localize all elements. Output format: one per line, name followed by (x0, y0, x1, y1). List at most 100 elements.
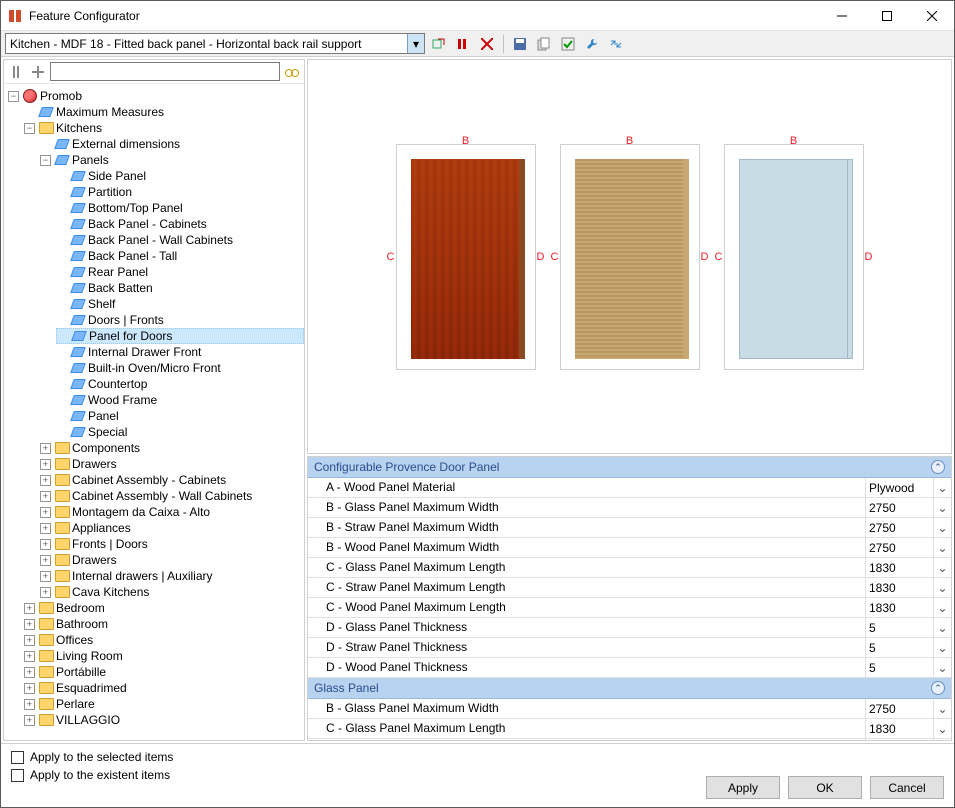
edit-icon[interactable] (429, 34, 449, 54)
tree-node[interactable]: Rear Panel (56, 264, 304, 280)
property-value-cell[interactable] (865, 699, 933, 718)
tree-node[interactable]: Back Panel - Tall (56, 248, 304, 264)
apply-selected-checkbox[interactable]: Apply to the selected items (11, 750, 944, 764)
property-value-input[interactable] (866, 641, 933, 655)
tree-node[interactable]: +Fronts | Doors (40, 536, 304, 552)
property-value-input[interactable] (866, 541, 933, 555)
property-value-cell[interactable] (865, 498, 933, 517)
tree-collapse-icon[interactable] (6, 62, 26, 82)
wrench-icon[interactable] (582, 34, 602, 54)
close-button[interactable] (909, 1, 954, 30)
property-value-input[interactable] (866, 501, 933, 515)
tree-node[interactable]: Panel (56, 408, 304, 424)
tree-node[interactable]: +Appliances (40, 520, 304, 536)
tree-node[interactable]: +Components (40, 440, 304, 456)
tree-node[interactable]: +Portábille (24, 664, 304, 680)
tree-expand-icon[interactable] (28, 62, 48, 82)
property-value-input[interactable] (866, 661, 933, 675)
chevron-down-icon[interactable]: ⌄ (933, 598, 951, 617)
tree-node[interactable]: +Perlare (24, 696, 304, 712)
chevron-down-icon[interactable]: ⌄ (933, 518, 951, 537)
tree-node[interactable]: Shelf (56, 296, 304, 312)
chevron-down-icon[interactable]: ⌄ (933, 699, 951, 718)
tree-node[interactable]: +Bathroom (24, 616, 304, 632)
tree-node[interactable]: +Living Room (24, 648, 304, 664)
tree-node[interactable]: +Cabinet Assembly - Cabinets (40, 472, 304, 488)
tree-node[interactable]: +Bedroom (24, 600, 304, 616)
property-value-cell[interactable] (865, 739, 933, 741)
chevron-down-icon[interactable]: ⌄ (933, 538, 951, 557)
chevron-down-icon[interactable]: ⌄ (933, 739, 951, 741)
tree-node[interactable]: −Promob (8, 88, 304, 104)
chevron-down-icon[interactable]: ⌄ (933, 558, 951, 577)
expand-icon[interactable] (606, 34, 626, 54)
property-value-cell[interactable] (865, 658, 933, 677)
apply-button[interactable]: Apply (706, 776, 780, 799)
tree-node[interactable]: +Drawers (40, 552, 304, 568)
collapse-icon[interactable]: ⌃ (931, 681, 945, 695)
tree-search-input[interactable] (50, 62, 280, 81)
validate-icon[interactable] (558, 34, 578, 54)
tree-node[interactable]: Back Panel - Wall Cabinets (56, 232, 304, 248)
tree-node[interactable]: −Panels (40, 152, 304, 168)
delete-icon[interactable] (477, 34, 497, 54)
property-value-cell[interactable] (865, 618, 933, 637)
property-value-input[interactable] (866, 601, 933, 615)
tree-node[interactable]: Back Batten (56, 280, 304, 296)
property-value-cell[interactable] (865, 478, 933, 497)
tree-node[interactable]: +Drawers (40, 456, 304, 472)
property-value-cell[interactable] (865, 638, 933, 657)
feature-tree[interactable]: −PromobMaximum Measures−KitchensExternal… (4, 84, 304, 740)
chevron-down-icon[interactable]: ⌄ (933, 658, 951, 677)
tree-node[interactable]: +Cabinet Assembly - Wall Cabinets (40, 488, 304, 504)
copy-icon[interactable] (534, 34, 554, 54)
chevron-down-icon[interactable]: ⌄ (933, 578, 951, 597)
tree-node[interactable]: Partition (56, 184, 304, 200)
binoculars-icon[interactable] (282, 62, 302, 82)
property-value-cell[interactable] (865, 558, 933, 577)
maximize-button[interactable] (864, 1, 909, 30)
chevron-down-icon[interactable]: ▾ (407, 34, 424, 53)
property-value-input[interactable] (866, 521, 933, 535)
property-value-input[interactable] (866, 481, 933, 495)
tree-node[interactable]: +VILLAGGIO (24, 712, 304, 728)
tree-node[interactable]: +Esquadrimed (24, 680, 304, 696)
property-value-cell[interactable] (865, 518, 933, 537)
adjust-icon[interactable] (453, 34, 473, 54)
cancel-button[interactable]: Cancel (870, 776, 944, 799)
tree-node[interactable]: Wood Frame (56, 392, 304, 408)
tree-node[interactable]: Side Panel (56, 168, 304, 184)
tree-node[interactable]: Special (56, 424, 304, 440)
tree-node[interactable]: Back Panel - Cabinets (56, 216, 304, 232)
tree-node[interactable]: External dimensions (40, 136, 304, 152)
tree-node[interactable]: Bottom/Top Panel (56, 200, 304, 216)
tree-node[interactable]: +Internal drawers | Auxiliary (40, 568, 304, 584)
chevron-down-icon[interactable]: ⌄ (933, 719, 951, 738)
collapse-icon[interactable]: ⌃ (931, 460, 945, 474)
property-value-input[interactable] (866, 581, 933, 595)
property-value-cell[interactable] (865, 538, 933, 557)
tree-node[interactable]: Maximum Measures (24, 104, 304, 120)
tree-node[interactable]: Internal Drawer Front (56, 344, 304, 360)
save-icon[interactable] (510, 34, 530, 54)
property-value-input[interactable] (866, 702, 933, 716)
tree-node[interactable]: Countertop (56, 376, 304, 392)
property-value-cell[interactable] (865, 598, 933, 617)
property-value-input[interactable] (866, 621, 933, 635)
ok-button[interactable]: OK (788, 776, 862, 799)
property-value-cell[interactable] (865, 578, 933, 597)
property-group-header[interactable]: Glass Panel⌃ (308, 678, 951, 699)
tree-node[interactable]: +Montagem da Caixa - Alto (40, 504, 304, 520)
property-value-input[interactable] (866, 561, 933, 575)
tree-node[interactable]: Panel for Doors (56, 328, 304, 344)
property-value-input[interactable] (866, 722, 933, 736)
tree-node[interactable]: Doors | Fronts (56, 312, 304, 328)
tree-node[interactable]: +Offices (24, 632, 304, 648)
tree-node[interactable]: Built-in Oven/Micro Front (56, 360, 304, 376)
feature-combo[interactable]: Kitchen - MDF 18 - Fitted back panel - H… (5, 33, 425, 54)
property-value-cell[interactable] (865, 719, 933, 738)
property-group-header[interactable]: Configurable Provence Door Panel⌃ (308, 457, 951, 478)
tree-node[interactable]: +Cava Kitchens (40, 584, 304, 600)
chevron-down-icon[interactable]: ⌄ (933, 638, 951, 657)
tree-node[interactable]: −Kitchens (24, 120, 304, 136)
